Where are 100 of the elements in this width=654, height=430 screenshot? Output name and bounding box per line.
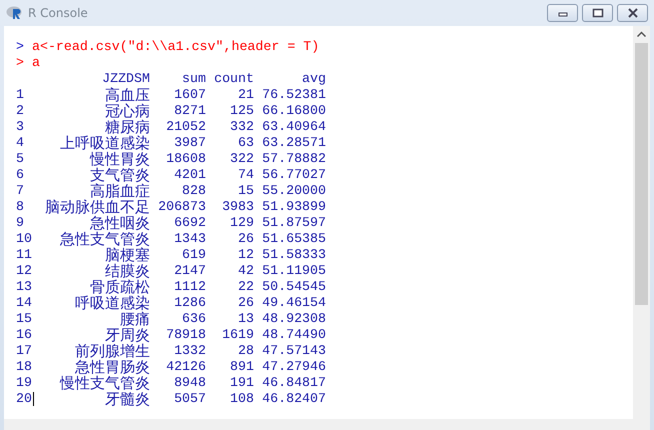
table-cell-text: 42126	[165, 359, 206, 375]
table-cell-text: 49.46154	[261, 295, 326, 311]
table-cell-text: 结膜炎	[104, 263, 150, 279]
table-cell-text: 619	[181, 247, 206, 263]
table-cell-text: 前列腺增生	[74, 343, 150, 359]
row-index: 15	[16, 311, 32, 327]
table-cell-text: 332	[229, 119, 254, 135]
table-cell-text: 78918	[165, 327, 206, 343]
table-cell-text: 66.16800	[261, 103, 326, 119]
table-cell-text: 56.77027	[261, 167, 326, 183]
table-cell-text: 18608	[165, 151, 206, 167]
table-cell-text: 1607	[173, 87, 206, 103]
command-text: a	[32, 55, 40, 71]
row-index: 14	[16, 295, 32, 311]
close-button[interactable]	[617, 4, 648, 22]
row-index: 11	[16, 247, 32, 263]
table-cell-text: 冠心病	[104, 103, 150, 119]
horizontal-scrollbar[interactable]	[4, 419, 650, 430]
table-cell-text: 48.92308	[261, 311, 326, 327]
table-cell-text: 支气管炎	[89, 167, 150, 183]
table-cell-text: 12	[237, 247, 254, 263]
table-cell-text: 63.40964	[261, 119, 326, 135]
table-cell-text: 8948	[173, 375, 206, 391]
table-cell-text: 76.52381	[261, 87, 326, 103]
prompt-symbol: >	[16, 39, 24, 55]
prompt-symbol: >	[16, 55, 24, 71]
table-cell-text: 1112	[173, 279, 206, 295]
table-cell-text: 129	[229, 215, 254, 231]
table-cell-text: 高脂血症	[90, 183, 150, 199]
table-cell-text: 46.82407	[261, 391, 326, 407]
table-cell-text: 51.11905	[261, 263, 326, 279]
table-cell-text: 21	[237, 87, 254, 103]
row-index: 19	[16, 375, 32, 391]
table-cell-text: 牙髓炎	[104, 391, 150, 407]
row-index: 7	[16, 183, 24, 199]
maximize-icon	[592, 8, 604, 18]
row-index: 3	[16, 119, 24, 135]
table-cell-text: 636	[181, 311, 206, 327]
table-cell-text: 1286	[173, 295, 206, 311]
table-cell-text: 慢性胃炎	[88, 151, 150, 167]
row-index: 9	[16, 215, 24, 231]
table-cell-text: 脑梗塞	[104, 247, 150, 263]
table-cell-text: 191	[229, 375, 254, 391]
table-cell-text: 1332	[173, 343, 206, 359]
table-cell-text: 13	[237, 311, 254, 327]
row-index: 17	[16, 343, 32, 359]
table-cell-text: 3983	[221, 199, 254, 215]
column-header: JZZDSM	[101, 71, 150, 87]
table-cell-text: 51.93899	[261, 199, 326, 215]
table-cell-text: 呼吸道感染	[74, 295, 150, 311]
table-cell-text: 21052	[165, 119, 206, 135]
row-index: 16	[16, 327, 32, 343]
table-cell-text: 108	[229, 391, 254, 407]
row-index: 13	[16, 279, 32, 295]
table-cell-text: 322	[229, 151, 254, 167]
table-cell-text: 糖尿病	[104, 119, 150, 135]
vertical-scrollbar[interactable]	[633, 26, 650, 419]
row-index: 4	[16, 135, 24, 151]
close-icon	[626, 8, 638, 18]
row-index: 2	[16, 103, 24, 119]
table-cell-text: 48.74490	[261, 327, 326, 343]
table-cell-text: 51.87597	[261, 215, 326, 231]
table-cell-text: 6692	[173, 215, 206, 231]
table-cell-text: 46.84817	[261, 375, 326, 391]
table-cell-text: 慢性支气管炎	[58, 375, 150, 391]
table-cell-text: 2147	[173, 263, 206, 279]
table-cell-text: 1619	[221, 327, 254, 343]
r-logo-icon	[6, 5, 24, 21]
table-cell-text: 26	[237, 231, 254, 247]
table-cell-text: 22	[237, 279, 254, 295]
table-cell-text: 26	[237, 295, 254, 311]
table-cell-text: 74	[237, 167, 254, 183]
table-cell-text: 63.28571	[261, 135, 326, 151]
row-index: 20	[16, 391, 32, 407]
column-header: avg	[301, 71, 326, 87]
table-cell-text: 15	[237, 183, 254, 199]
table-cell-text: 4201	[173, 167, 206, 183]
row-index: 10	[16, 231, 32, 247]
row-index: 6	[16, 167, 24, 183]
row-index: 18	[16, 359, 32, 375]
minimize-button[interactable]	[547, 4, 578, 22]
maximize-button[interactable]	[582, 4, 613, 22]
table-cell-text: 3987	[173, 135, 206, 151]
column-header: sum	[181, 71, 206, 87]
table-cell-text: 腰痛	[119, 311, 150, 327]
table-cell-text: 高血压	[104, 87, 150, 103]
table-cell-text: 51.58333	[261, 247, 326, 263]
table-cell-text: 5057	[173, 391, 206, 407]
command-text: a<-read.csv("d:\\a1.csv",header = T)	[32, 39, 320, 55]
text-cursor	[32, 392, 34, 406]
table-cell-text: 206873	[157, 199, 206, 215]
table-cell-text: 脑动脉供血不足	[44, 199, 150, 215]
row-index: 12	[16, 263, 32, 279]
table-cell-text: 急性胃肠炎	[75, 359, 150, 375]
table-cell-text: 50.54545	[261, 279, 326, 295]
row-index: 5	[16, 151, 24, 167]
scroll-up-icon[interactable]	[637, 31, 646, 37]
table-cell-text: 1343	[173, 231, 206, 247]
scrollbar-thumb[interactable]	[635, 43, 648, 305]
table-cell-text: 上呼吸道感染	[59, 135, 150, 151]
